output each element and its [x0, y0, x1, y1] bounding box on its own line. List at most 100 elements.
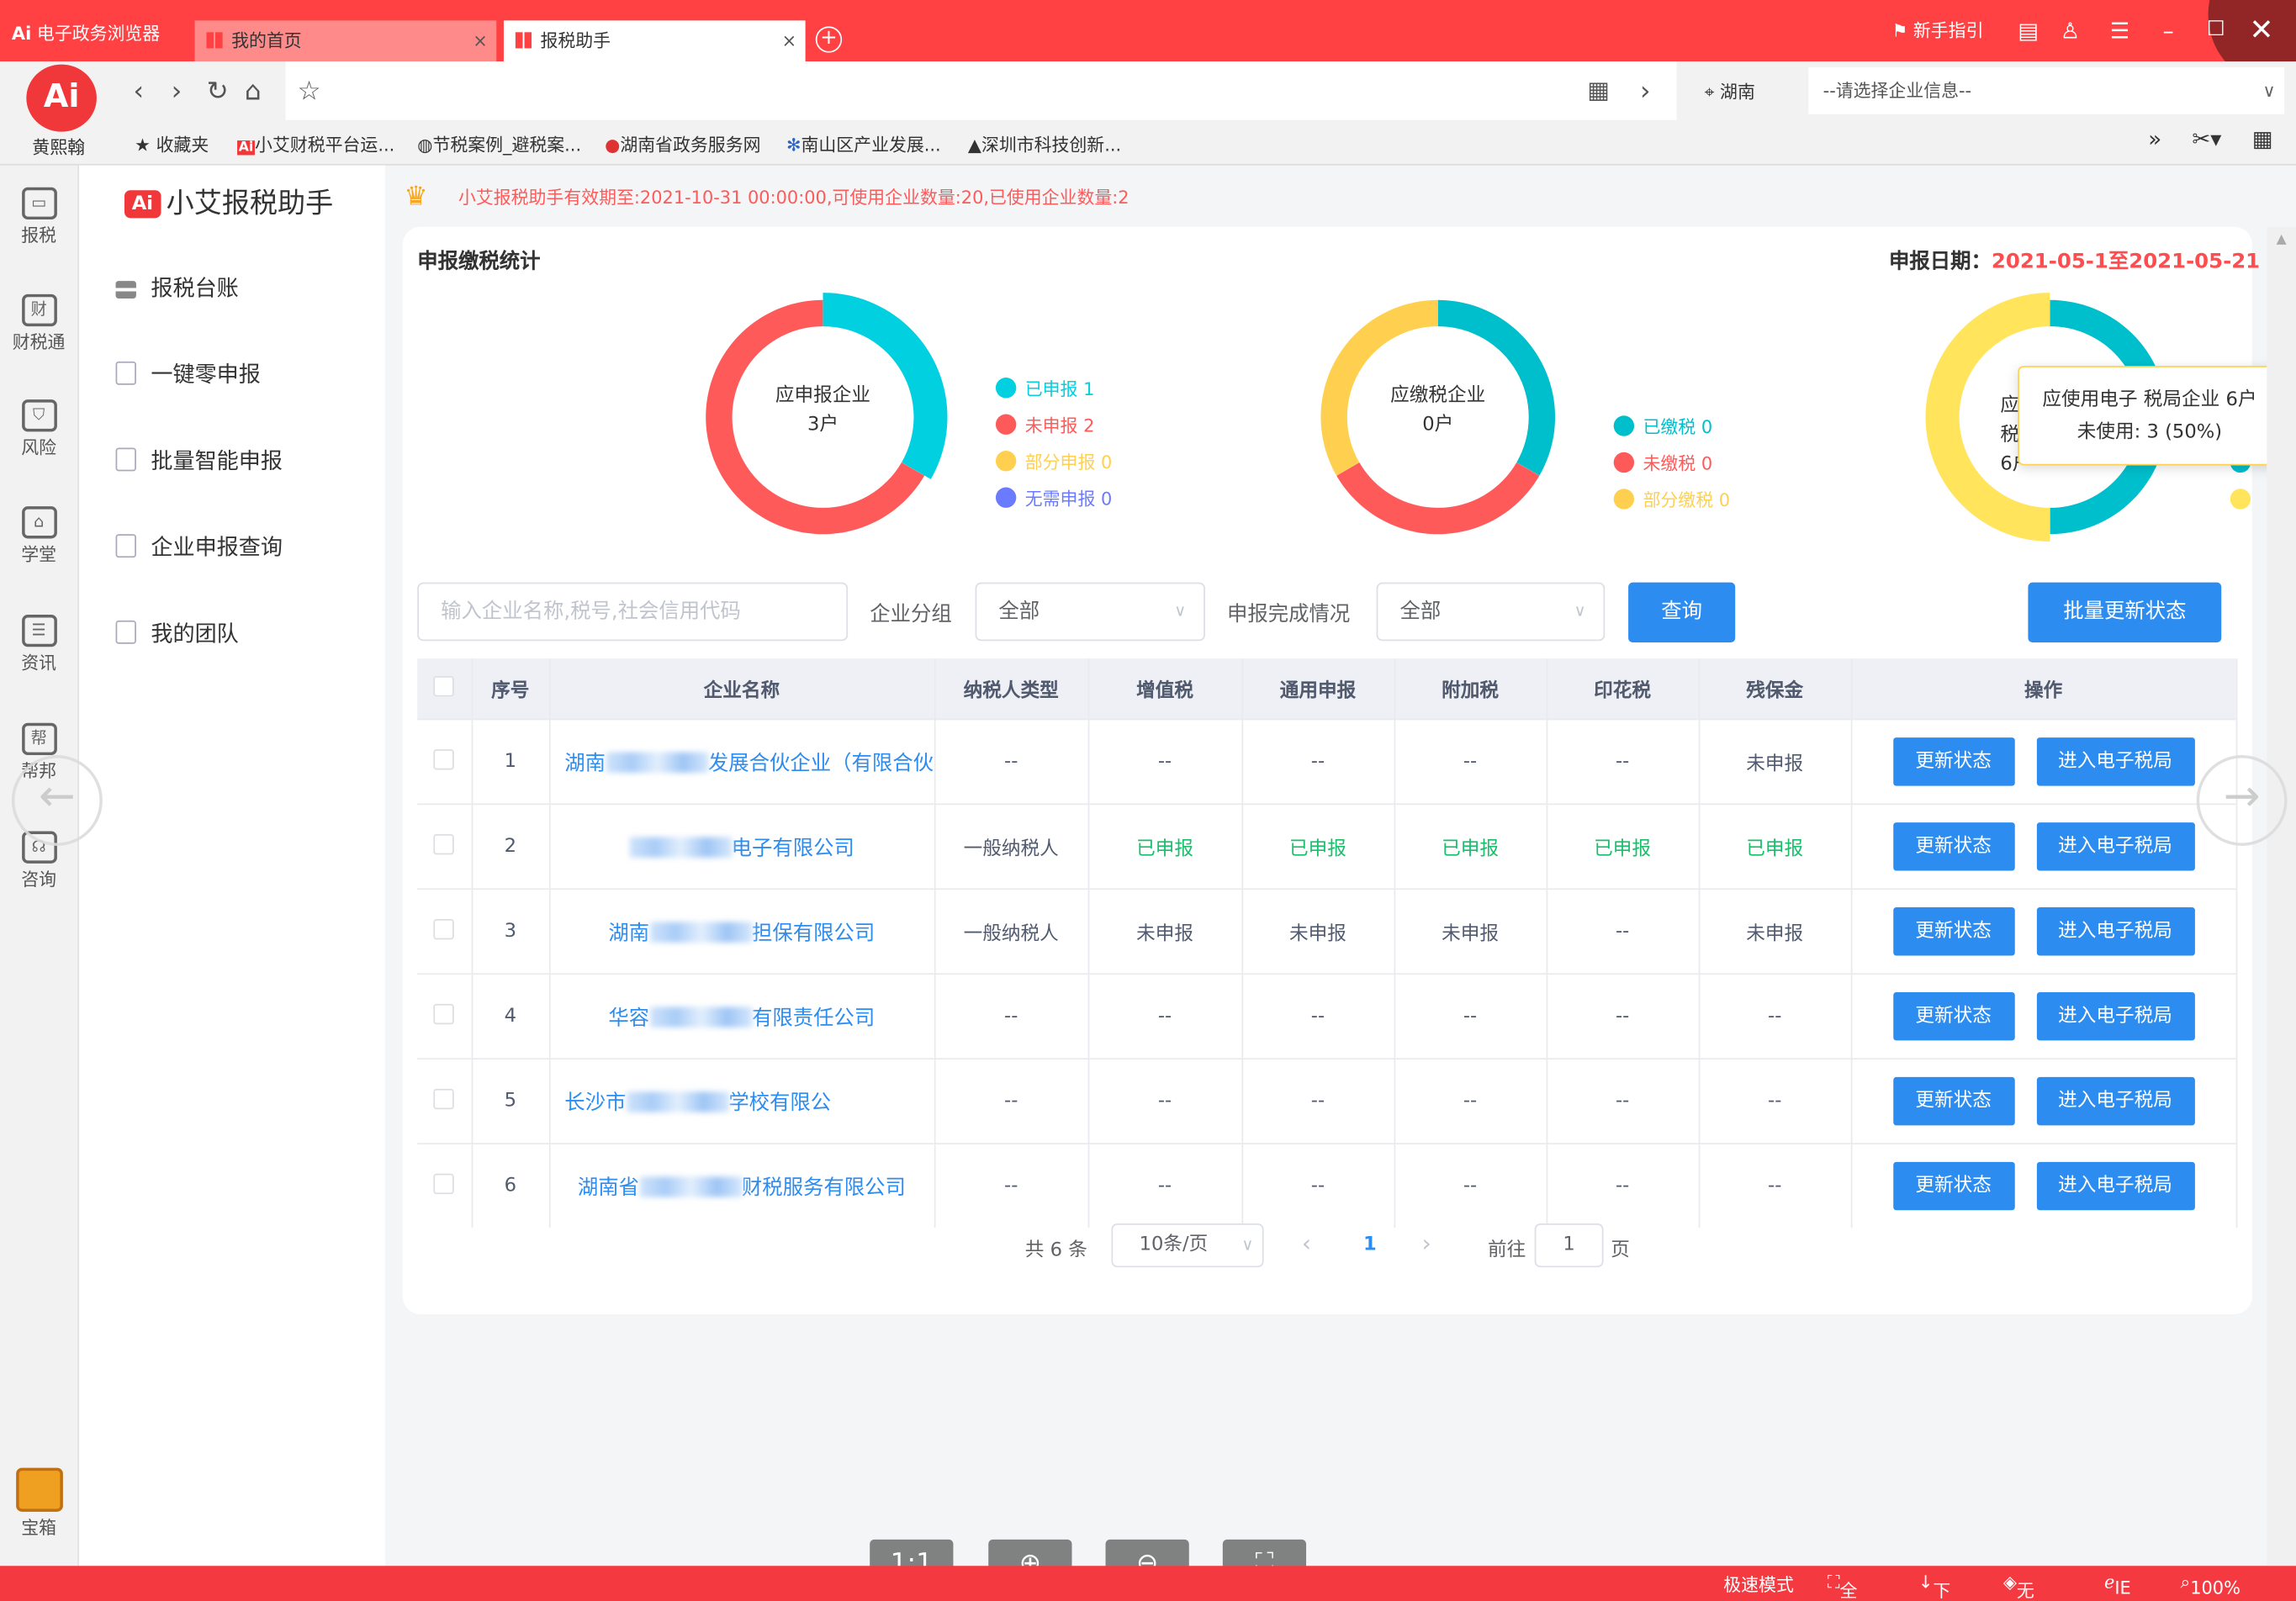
update-status-button[interactable]: 更新状态	[1892, 907, 2014, 956]
cell-general: --	[1241, 973, 1395, 1059]
qrcode-icon[interactable]: ▦	[1587, 77, 1609, 104]
bookmark-item[interactable]: ◍节税案例_避税案...	[417, 132, 581, 157]
row-checkbox[interactable]	[417, 1058, 473, 1144]
row-checkbox[interactable]	[417, 803, 473, 890]
tab-home[interactable]: 我的首页 ×	[194, 20, 497, 62]
sidebar-item-0[interactable]: 报税台账	[115, 272, 239, 304]
message-icon[interactable]: ▤	[2018, 18, 2039, 44]
company-name-link[interactable]: 湖南 担保有限公司	[548, 888, 935, 975]
next-arrow-icon[interactable]: →	[2196, 755, 2288, 846]
address-bar[interactable]	[285, 61, 1677, 120]
vertical-scrollbar[interactable]: ▲	[2267, 226, 2296, 1567]
batch-update-button[interactable]: 批量更新状态	[2028, 582, 2222, 643]
legend-item[interactable]: 部分申报 0	[995, 445, 1112, 482]
tab-tax-assistant[interactable]: 报税助手 ×	[503, 20, 806, 62]
menu-icon[interactable]: ☰	[2110, 18, 2129, 44]
enter-e-tax-button[interactable]: 进入电子税局	[2035, 1076, 2195, 1126]
rail-item-3[interactable]: ⌂ 学堂	[0, 506, 77, 566]
update-status-button[interactable]: 更新状态	[1892, 822, 2014, 871]
prev-page-icon[interactable]: ‹	[1302, 1229, 1311, 1257]
scroll-up-icon[interactable]: ▲	[2267, 233, 2296, 247]
prev-arrow-icon[interactable]: ←	[11, 755, 103, 846]
legend-item[interactable]: 无需申报 0	[995, 482, 1112, 519]
bookmark-item[interactable]: ●湖南省政务服务网	[605, 132, 760, 157]
company-name-link[interactable]: 长沙市 学校有限公	[548, 1058, 935, 1144]
row-checkbox[interactable]	[417, 1143, 473, 1228]
company-name-link[interactable]: 电子有限公司	[548, 803, 935, 890]
home-icon[interactable]: ⌂	[245, 77, 262, 108]
next-page-icon[interactable]: ›	[1422, 1229, 1431, 1257]
legend-item[interactable]: 已申报 1	[995, 372, 1112, 409]
legend-item[interactable]	[2230, 483, 2260, 520]
user-avatar[interactable]: Ai	[26, 64, 97, 132]
favorite-star-icon[interactable]: ☆	[297, 77, 320, 108]
rail-item-7[interactable]: 宝箱	[0, 1467, 77, 1540]
apps-icon[interactable]: ▦	[2252, 126, 2273, 152]
status-select[interactable]: 全部 ∨	[1376, 582, 1606, 642]
update-status-button[interactable]: 更新状态	[1892, 1161, 2014, 1211]
engine-label: IE	[2114, 1577, 2131, 1598]
sidebar-item-2[interactable]: 批量智能申报	[115, 445, 283, 476]
download-button[interactable]: ↓下载	[1918, 1572, 1950, 1601]
incognito-button[interactable]: ◈ 无痕	[2003, 1572, 2034, 1601]
donut-1-slice-1[interactable]	[1336, 462, 1540, 535]
more-bookmarks-icon[interactable]: »	[2148, 126, 2161, 152]
rail-item-0[interactable]: ▭ 报税	[0, 187, 77, 247]
enter-e-tax-button[interactable]: 进入电子税局	[2035, 991, 2195, 1041]
maximize-icon[interactable]: ☐	[2207, 18, 2225, 41]
legend-item[interactable]: 已缴税 0	[1613, 409, 1730, 446]
company-name-link[interactable]: 湖南省 财税服务有限公司	[548, 1143, 935, 1228]
search-input[interactable]: 输入企业名称,税号,社会信用代码	[417, 582, 849, 642]
enter-e-tax-button[interactable]: 进入电子税局	[2035, 737, 2195, 786]
enter-e-tax-button[interactable]: 进入电子税局	[2035, 822, 2195, 871]
skin-icon[interactable]: ♙	[2061, 18, 2080, 44]
minimize-icon[interactable]: –	[2163, 18, 2174, 44]
page-1[interactable]: 1	[1363, 1234, 1377, 1255]
enter-e-tax-button[interactable]: 进入电子税局	[2035, 907, 2195, 956]
scissors-icon[interactable]: ✂▾	[2192, 126, 2221, 152]
bookmark-item[interactable]: ▲深圳市科技创新...	[968, 132, 1121, 157]
close-tab-icon[interactable]: ×	[473, 20, 488, 61]
sidebar-item-4[interactable]: 我的团队	[115, 617, 239, 648]
region-selector[interactable]: ⌖ 湖南	[1705, 79, 1755, 104]
select-all-checkbox[interactable]	[417, 658, 473, 720]
query-button[interactable]: 查询	[1628, 582, 1736, 643]
zoom-level[interactable]: ⌕ 100%	[2180, 1572, 2240, 1598]
close-tab-icon[interactable]: ×	[782, 20, 797, 61]
guide-button[interactable]: ⚑ 新手指引	[1892, 18, 1984, 43]
chevron-right-icon[interactable]: ›	[1640, 77, 1651, 108]
group-select[interactable]: 全部 ∨	[975, 582, 1205, 642]
update-status-button[interactable]: 更新状态	[1892, 737, 2014, 786]
sidebar-item-3[interactable]: 企业申报查询	[115, 531, 283, 563]
update-status-button[interactable]: 更新状态	[1892, 1076, 2014, 1126]
company-name-link[interactable]: 湖南 发展合伙企业（有限合伙	[548, 718, 935, 805]
sidebar-item-1[interactable]: 一键零申报	[115, 358, 261, 389]
enter-e-tax-button[interactable]: 进入电子税局	[2035, 1161, 2195, 1211]
legend-item[interactable]: 未缴税 0	[1613, 446, 1730, 483]
legend-item[interactable]: 部分缴税 0	[1613, 483, 1730, 520]
row-checkbox[interactable]	[417, 888, 473, 975]
goto-page-input[interactable]: 1	[1534, 1223, 1604, 1268]
rail-item-2[interactable]: ⛉ 风险	[0, 399, 77, 459]
bookmark-favorites[interactable]: ★ 收藏夹	[135, 132, 209, 157]
bookmark-item[interactable]: Ai 小艾财税平台运...	[237, 132, 394, 157]
reload-icon[interactable]: ↻	[206, 77, 228, 108]
page-size-select[interactable]: 10条/页 ∨	[1111, 1223, 1264, 1268]
forward-icon[interactable]: ›	[172, 77, 183, 108]
bookmark-item[interactable]: ✻南山区产业发展...	[786, 132, 941, 157]
sidebar-item-label: 我的团队	[151, 620, 239, 647]
enterprise-select[interactable]: --请选择企业信息-- ∨	[1808, 67, 2285, 114]
legend-item[interactable]: 未申报 2	[995, 409, 1112, 446]
update-status-button[interactable]: 更新状态	[1892, 991, 2014, 1041]
speed-mode[interactable]: 极速模式	[1723, 1572, 1794, 1597]
close-window-icon[interactable]: ✕	[2249, 12, 2273, 47]
row-checkbox[interactable]	[417, 973, 473, 1059]
ie-mode-button[interactable]: ℯ IE	[2104, 1572, 2131, 1598]
rail-item-4[interactable]: ☰ 资讯	[0, 614, 77, 674]
company-name-link[interactable]: 华容 有限责任公司	[548, 973, 935, 1059]
new-tab-icon[interactable]: +	[815, 26, 843, 53]
fullscreen-button[interactable]: ⛶ 全屏	[1828, 1572, 1858, 1601]
rail-item-1[interactable]: 财财税通	[0, 293, 77, 354]
row-checkbox[interactable]	[417, 718, 473, 805]
back-icon[interactable]: ‹	[133, 77, 144, 108]
